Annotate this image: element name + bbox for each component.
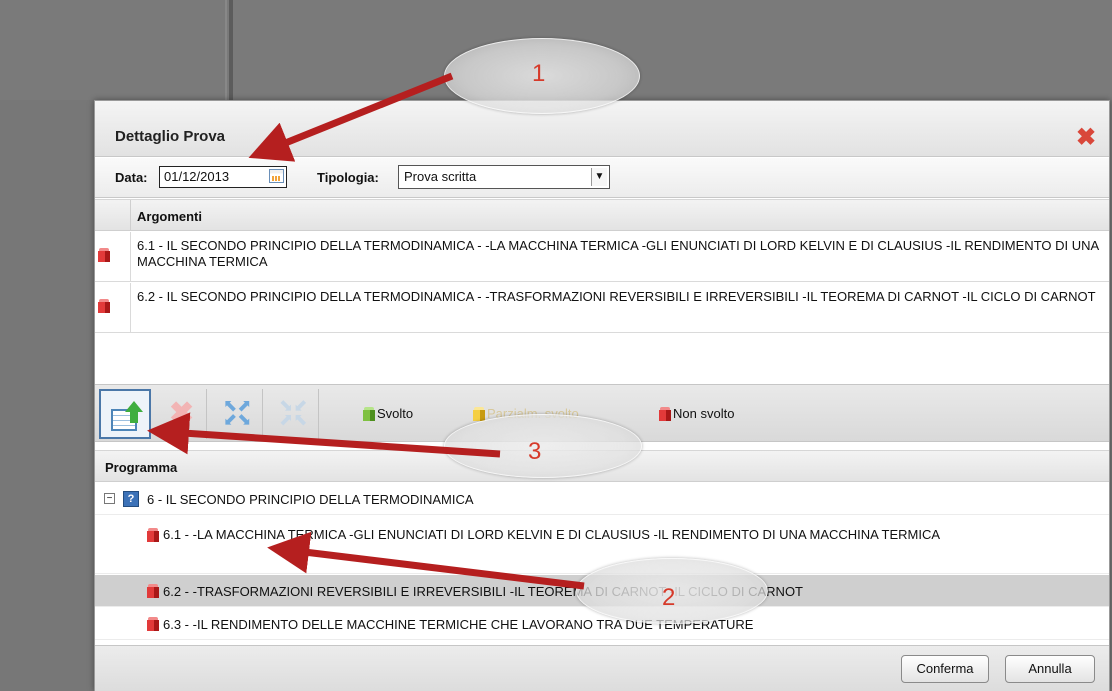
annotation-arrow-3 [147,412,501,458]
annotation-arrow-1 [248,72,454,162]
annotation-arrows [147,72,585,590]
annotation-arrow-2 [267,531,585,590]
